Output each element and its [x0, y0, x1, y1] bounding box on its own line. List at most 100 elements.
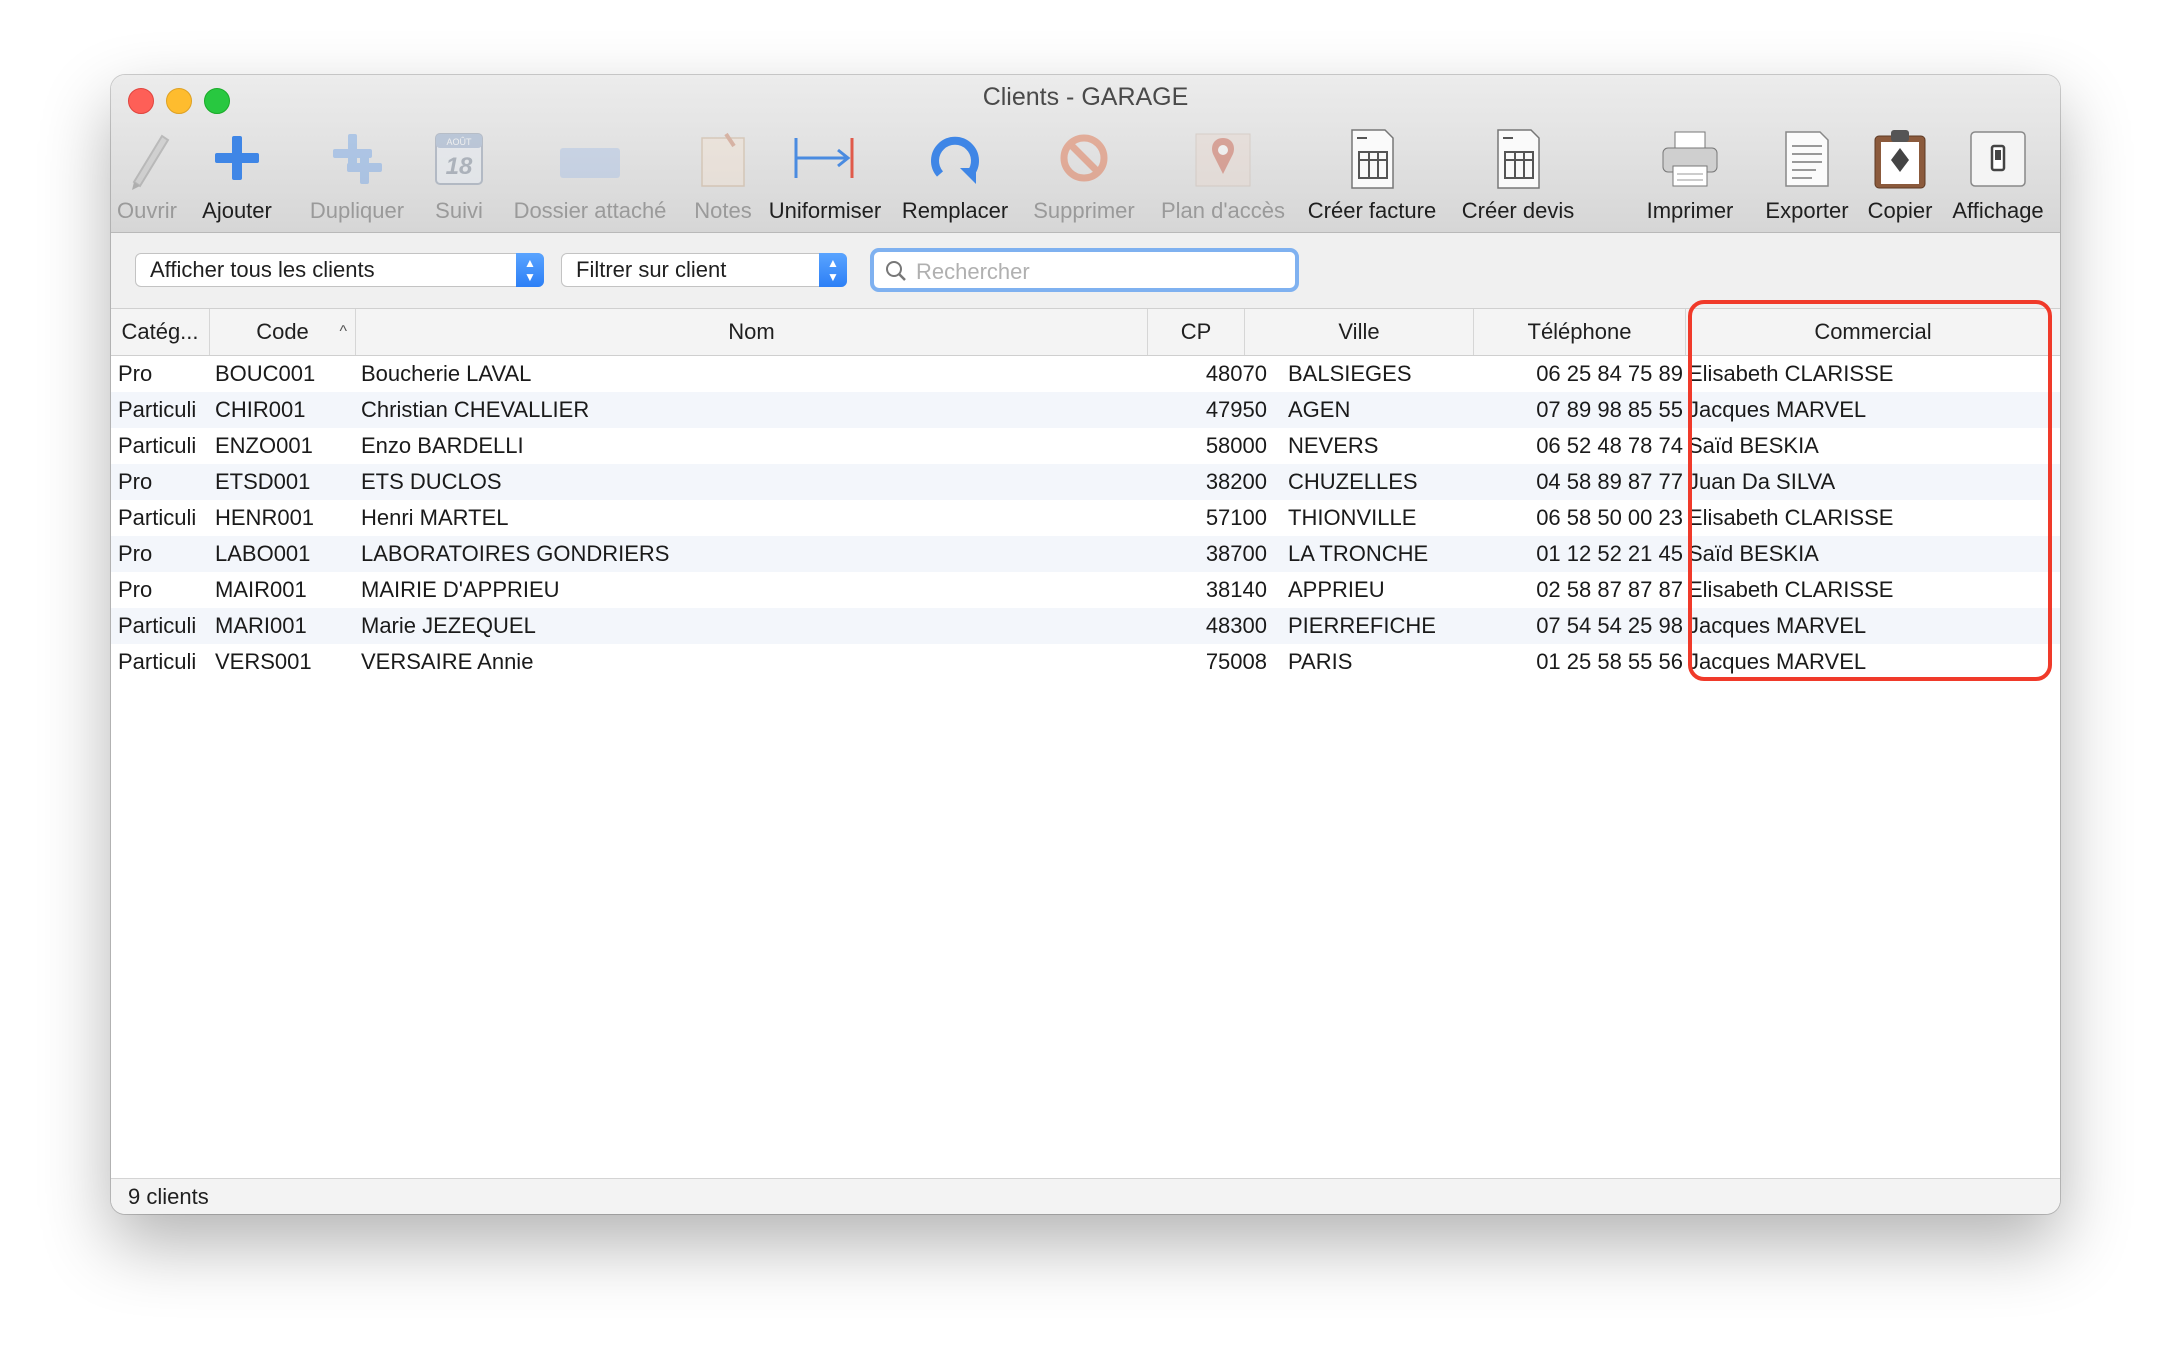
cell-nom: Enzo BARDELLI: [361, 433, 524, 458]
cell-code: MARI001: [215, 613, 307, 638]
column-header-telephone[interactable]: Téléphone: [1474, 309, 1686, 355]
toolbar-ajouter-button[interactable]: Ajouter: [189, 122, 285, 230]
clipboard-icon: [1865, 124, 1935, 194]
table-row[interactable]: Pro LABO001 LABORATOIRES GONDRIERS 38700…: [111, 536, 2060, 572]
toolbar-notes-button[interactable]: Notes: [681, 122, 765, 230]
filter-client-popup[interactable]: Filtrer sur client ▲ ▼: [561, 253, 847, 287]
calendar-icon: AOÛT 18: [424, 124, 494, 194]
export-document-icon: [1772, 124, 1842, 194]
popup-stepper-icon: ▲ ▼: [819, 253, 847, 287]
toolbar-uniformiser-button[interactable]: Uniformiser: [761, 122, 889, 230]
toolbar-affichage-button[interactable]: Affichage: [1939, 122, 2057, 230]
cell-code: ETSD001: [215, 469, 311, 494]
cell-code: MAIR001: [215, 577, 307, 602]
column-header-cp[interactable]: CP: [1148, 309, 1245, 355]
cell-categorie: Pro: [118, 577, 153, 602]
cell-code: CHIR001: [215, 397, 306, 422]
show-clients-popup[interactable]: Afficher tous les clients ▲ ▼: [135, 253, 544, 287]
cell-categorie: Particuli: [118, 505, 197, 530]
cell-telephone: 06 52 48 78 74: [1536, 433, 1683, 458]
toolbar-dossier-attache-button[interactable]: Dossier attaché: [500, 122, 680, 230]
cell-nom: ETS DUCLOS: [361, 469, 502, 494]
printer-icon: [1655, 124, 1725, 194]
toolbar-suivi-button[interactable]: AOÛT 18 Suivi: [421, 122, 497, 230]
popup-stepper-icon: ▲ ▼: [516, 253, 544, 287]
cell-telephone: 02 58 87 87 87: [1536, 577, 1683, 602]
show-clients-popup-value: Afficher tous les clients: [150, 257, 375, 282]
cell-code: VERS001: [215, 649, 312, 674]
cell-cp: 38200: [1205, 469, 1267, 494]
table-row[interactable]: Particuli MARI001 Marie JEZEQUEL 48300 P…: [111, 608, 2060, 644]
cell-nom: Boucherie LAVAL: [361, 361, 532, 386]
filter-client-popup-value: Filtrer sur client: [576, 257, 727, 282]
table-header: Catég... Code ^ Nom CP Ville Téléphone C…: [111, 309, 2060, 356]
window-title: Clients - GARAGE: [982, 83, 1189, 111]
pencil-icon: [112, 124, 182, 194]
cell-cp: 75008: [1205, 649, 1267, 674]
column-header-nom[interactable]: Nom: [356, 309, 1148, 355]
cell-commercial: Elisabeth CLARISSE: [1688, 361, 1894, 386]
cell-nom: Christian CHEVALLIER: [361, 397, 590, 422]
column-header-ville[interactable]: Ville: [1245, 309, 1474, 355]
cell-commercial: Jacques MARVEL: [1688, 649, 1867, 674]
plus-icon: [202, 124, 272, 194]
table-row[interactable]: Pro MAIR001 MAIRIE D'APPRIEU 38140 APPRI…: [111, 572, 2060, 608]
table-row[interactable]: Particuli HENR001 Henri MARTEL 57100 THI…: [111, 500, 2060, 536]
filter-bar: Afficher tous les clients ▲ ▼ Filtrer sur…: [111, 233, 2060, 309]
cell-categorie: Pro: [118, 469, 153, 494]
toolbar-imprimer-button[interactable]: Imprimer: [1635, 122, 1745, 230]
column-header-categorie[interactable]: Catég...: [111, 309, 210, 355]
cell-code: ENZO001: [215, 433, 313, 458]
cell-nom: Marie JEZEQUEL: [361, 613, 536, 638]
toolbar-remplacer-button[interactable]: Remplacer: [896, 122, 1014, 230]
client-count: 9 clients: [128, 1184, 209, 1209]
search-input[interactable]: [914, 256, 1288, 288]
duplicate-plus-icon: [322, 124, 392, 194]
prohibited-icon: [1049, 124, 1119, 194]
quote-document-icon: [1483, 124, 1553, 194]
table-body: Pro BOUC001 Boucherie LAVAL 48070 BALSIE…: [111, 356, 2060, 680]
cell-commercial: Saïd BESKIA: [1688, 433, 1819, 458]
table-row[interactable]: Particuli CHIR001 Christian CHEVALLIER 4…: [111, 392, 2060, 428]
cell-cp: 38140: [1205, 577, 1267, 602]
cell-commercial: Jacques MARVEL: [1688, 397, 1867, 422]
column-header-commercial[interactable]: Commercial: [1686, 309, 2060, 355]
search-icon: [886, 261, 906, 281]
cell-categorie: Particuli: [118, 397, 197, 422]
cell-cp: 58000: [1205, 433, 1267, 458]
cell-commercial: Elisabeth CLARISSE: [1688, 577, 1894, 602]
cell-nom: Henri MARTEL: [361, 505, 509, 530]
column-header-code[interactable]: Code ^: [210, 309, 356, 355]
cell-telephone: 01 12 52 21 45: [1536, 541, 1683, 566]
cell-categorie: Pro: [118, 541, 153, 566]
toolbar-ouvrir-button[interactable]: Ouvrir: [111, 122, 185, 230]
column-header-code-label: Code: [256, 319, 309, 344]
cell-categorie: Particuli: [118, 613, 197, 638]
table-row[interactable]: Pro BOUC001 Boucherie LAVAL 48070 BALSIE…: [111, 356, 2060, 392]
replace-circle-arrow-icon: [920, 124, 990, 194]
cell-categorie: Pro: [118, 361, 153, 386]
sort-ascending-icon: ^: [339, 323, 347, 340]
toolbar-supprimer-button[interactable]: Supprimer: [1026, 122, 1142, 230]
arrow-to-bar-icon: [790, 124, 860, 194]
cell-categorie: Particuli: [118, 649, 197, 674]
toolbar-plan-acces-button[interactable]: Plan d'accès: [1153, 122, 1293, 230]
table-row[interactable]: Particuli VERS001 VERSAIRE Annie 75008 P…: [111, 644, 2060, 680]
table-row[interactable]: Particuli ENZO001 Enzo BARDELLI 58000 NE…: [111, 428, 2060, 464]
cell-cp: 48070: [1205, 361, 1267, 386]
cell-cp: 57100: [1205, 505, 1267, 530]
calendar-day: 18: [446, 153, 473, 180]
toolbar-creer-devis-button[interactable]: Créer devis: [1453, 122, 1583, 230]
cell-categorie: Particuli: [118, 433, 197, 458]
cell-code: BOUC001: [215, 361, 316, 386]
cell-code: HENR001: [215, 505, 315, 530]
search-field[interactable]: [870, 248, 1299, 292]
cell-telephone: 06 58 50 00 23: [1536, 505, 1683, 530]
title-bar: Clients - GARAGE Ouvrir Ajouter Duplique…: [111, 75, 2060, 233]
toolbar-creer-facture-button[interactable]: Créer facture: [1299, 122, 1445, 230]
cell-nom: VERSAIRE Annie: [361, 649, 534, 674]
toolbar-copier-button[interactable]: Copier: [1853, 122, 1947, 230]
table-row[interactable]: Pro ETSD001 ETS DUCLOS 38200 CHUZELLES 0…: [111, 464, 2060, 500]
toolbar-dupliquer-button[interactable]: Dupliquer: [299, 122, 415, 230]
toolbar-exporter-button[interactable]: Exporter: [1747, 122, 1867, 230]
